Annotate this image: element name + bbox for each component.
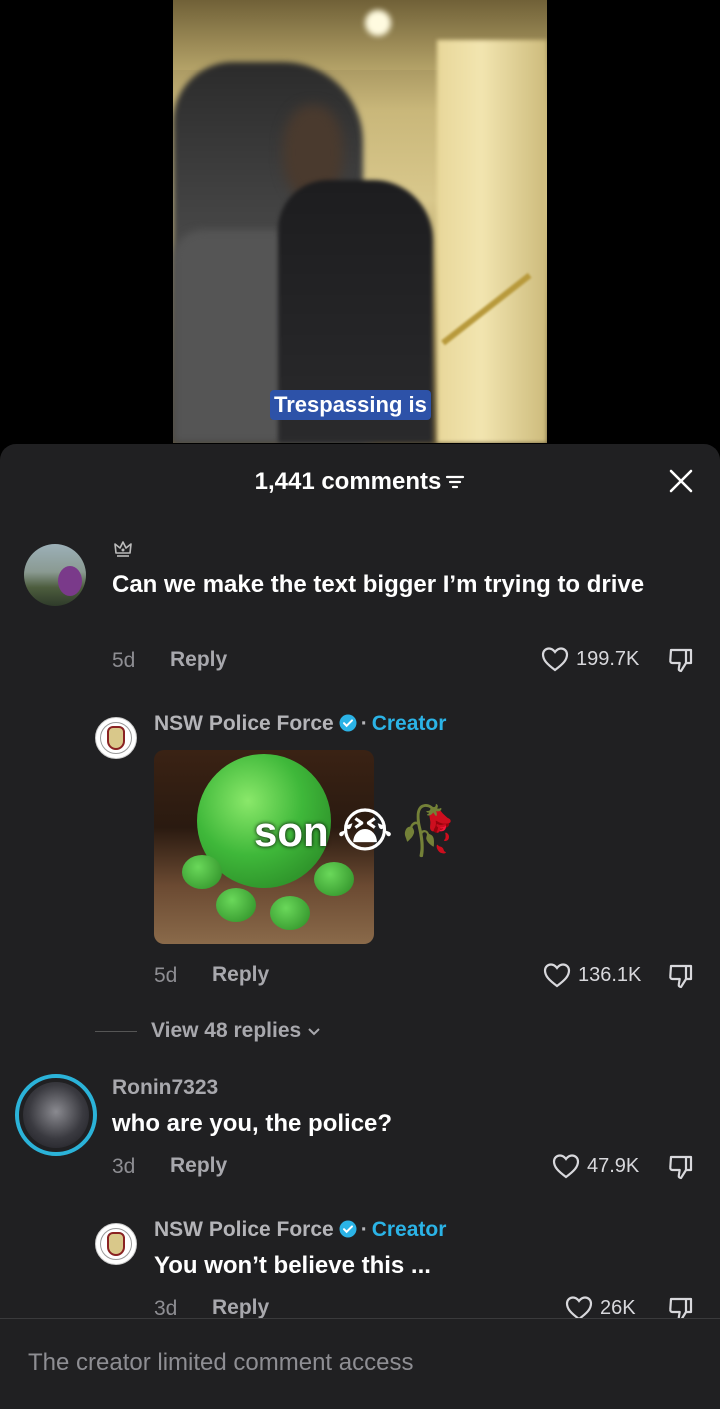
sticker-leg: [270, 896, 310, 930]
dislike-icon[interactable]: [667, 1153, 695, 1181]
crying-face-icon: 😭: [337, 805, 394, 858]
like-button[interactable]: 199.7K: [540, 645, 639, 673]
dislike-icon[interactable]: [667, 962, 695, 990]
comment-text: Can we make the text bigger I’m trying t…: [112, 571, 645, 598]
sticker-leg: [216, 888, 256, 922]
sticker-leg: [182, 855, 222, 889]
like-button[interactable]: 47.9K: [551, 1152, 639, 1180]
sticker-leg: [314, 862, 354, 896]
video-player[interactable]: Trespassing is: [173, 0, 547, 443]
avatar-face: [58, 566, 82, 596]
creator-avatar[interactable]: [95, 1223, 137, 1265]
comments-count: 1,441 comments: [254, 468, 442, 495]
like-count: 47.9K: [587, 1154, 640, 1177]
creator-badge: Creator: [371, 712, 447, 735]
sticker-text: son: [254, 808, 329, 855]
sort-icon[interactable]: [445, 474, 465, 490]
verified-icon: [339, 714, 357, 732]
comments-sheet: 1,441 comments Can we make the text bigg…: [0, 444, 720, 1409]
close-icon[interactable]: [668, 468, 694, 494]
comment-restriction-bar: The creator limited comment access: [0, 1318, 720, 1409]
creator-avatar[interactable]: [95, 717, 137, 759]
comment-username[interactable]: NSW Police Force · Creator: [154, 712, 446, 736]
comment-text: who are you, the police?: [112, 1110, 393, 1137]
like-count: 136.1K: [578, 963, 642, 986]
heart-icon: [541, 647, 569, 672]
like-button[interactable]: 136.1K: [542, 961, 641, 989]
police-crest-icon: [107, 1232, 125, 1256]
video-ceiling-light: [365, 10, 391, 36]
reply-button[interactable]: Reply: [212, 963, 269, 987]
username-text: NSW Police Force: [154, 1218, 334, 1241]
restriction-notice: The creator limited comment access: [28, 1349, 414, 1376]
chevron-down-icon: [308, 1028, 320, 1036]
view-replies-button[interactable]: View 48 replies: [151, 1019, 321, 1043]
separator-dot: ·: [360, 712, 368, 735]
view-replies-label: View 48 replies: [151, 1019, 302, 1042]
heart-icon: [552, 1154, 580, 1179]
username-text: NSW Police Force: [154, 712, 334, 735]
caption-rest: is: [402, 392, 427, 417]
video-caption: Trespassing is: [270, 390, 431, 420]
comment-text: You won’t believe this ...: [154, 1252, 431, 1279]
separator-dot: ·: [360, 1218, 368, 1241]
heart-icon: [543, 963, 571, 988]
reply-button[interactable]: Reply: [212, 1296, 269, 1320]
like-count: 26K: [600, 1296, 636, 1319]
caption-highlight: Trespassing: [274, 392, 403, 417]
divider-line: [95, 1031, 137, 1032]
like-count: 199.7K: [576, 647, 640, 670]
avatar[interactable]: [24, 544, 86, 606]
comment-age: 5d: [154, 964, 178, 987]
reply-button[interactable]: Reply: [170, 648, 227, 672]
reply-button[interactable]: Reply: [170, 1154, 227, 1178]
comments-header[interactable]: 1,441 comments: [0, 468, 720, 496]
video-wall: [437, 40, 547, 443]
comment-username[interactable]: Ronin7323: [112, 1076, 218, 1100]
dislike-icon[interactable]: [667, 646, 695, 674]
comment-age: 3d: [112, 1155, 136, 1178]
wilted-flower-icon: 🥀: [398, 805, 458, 858]
comment-age: 5d: [112, 649, 136, 672]
avatar[interactable]: [23, 1082, 89, 1148]
creator-badge: Creator: [371, 1218, 447, 1241]
crown-icon: [114, 541, 132, 557]
verified-icon: [339, 1220, 357, 1238]
police-crest-icon: [107, 726, 125, 750]
comment-username[interactable]: NSW Police Force · Creator: [154, 1218, 446, 1242]
